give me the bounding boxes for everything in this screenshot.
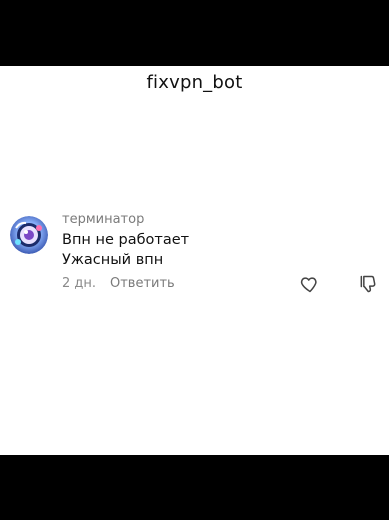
screen: fixvpn_bot терминатор Впн не работает Уж…: [0, 66, 389, 455]
heart-icon[interactable]: [300, 274, 320, 294]
comment-time: 2 дн.: [62, 276, 97, 291]
avatar[interactable]: [10, 216, 48, 254]
comment-text-line: Ужасный впн: [62, 252, 164, 268]
comment-username[interactable]: терминатор: [62, 212, 144, 227]
page-title: fixvpn_bot: [146, 72, 243, 93]
thumbs-down-icon[interactable]: [358, 274, 378, 294]
avatar-image: [10, 216, 48, 254]
reply-button[interactable]: Ответить: [110, 276, 175, 291]
comment-text-line: Впн не работает: [62, 232, 190, 248]
comment: терминатор Впн не работает Ужасный впн 2…: [10, 212, 380, 302]
